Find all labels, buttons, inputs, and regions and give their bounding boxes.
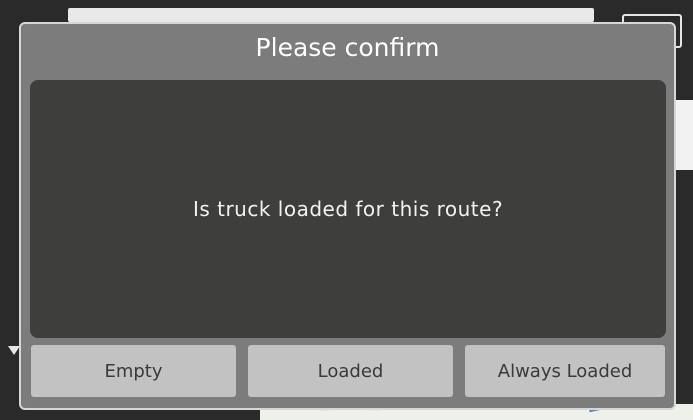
always-loaded-button[interactable]: Always Loaded xyxy=(465,345,665,397)
loaded-button[interactable]: Loaded xyxy=(248,345,453,397)
confirm-dialog: Please confirm Is truck loaded for this … xyxy=(19,22,676,410)
background-search-bar xyxy=(68,8,594,22)
dialog-title: Please confirm xyxy=(255,33,440,62)
empty-button[interactable]: Empty xyxy=(31,345,236,397)
background-right-panel xyxy=(675,100,693,170)
dialog-button-row: Empty Loaded Always Loaded xyxy=(31,345,665,397)
dialog-body: Is truck loaded for this route? xyxy=(30,80,666,338)
dialog-message: Is truck loaded for this route? xyxy=(192,197,504,221)
